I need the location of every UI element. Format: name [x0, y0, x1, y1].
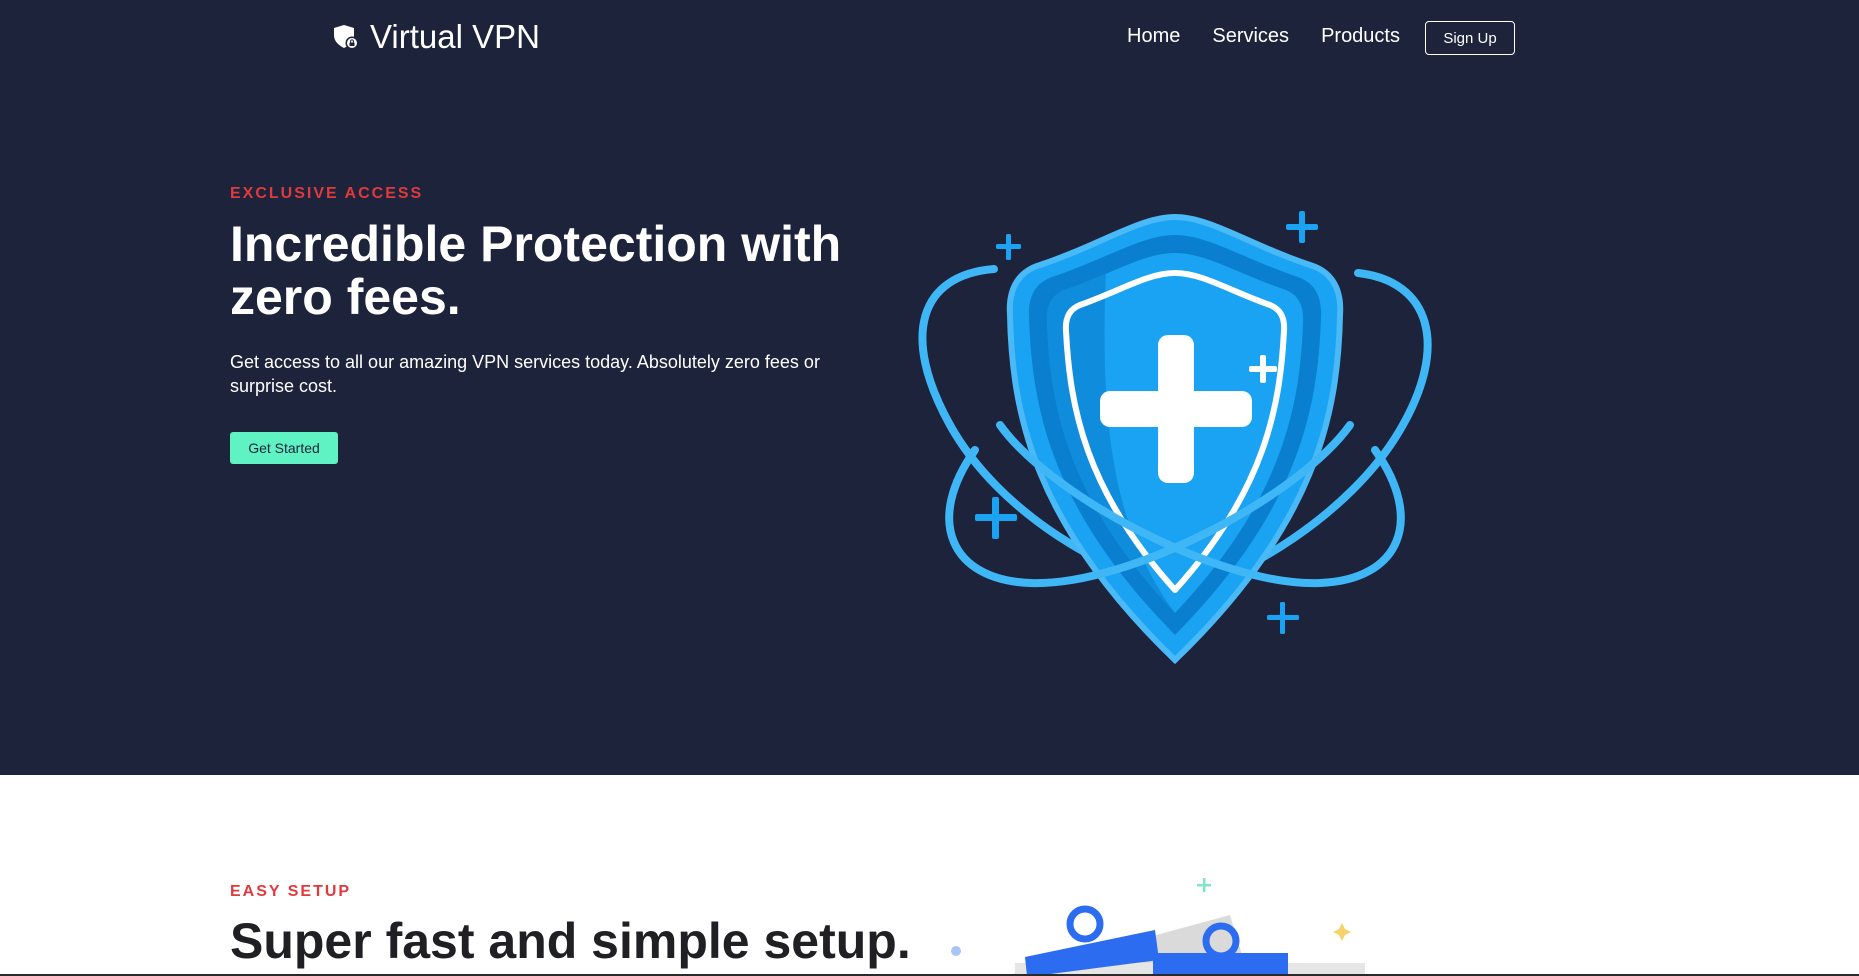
setup-cable-illustration — [951, 878, 1365, 976]
sign-up-button[interactable]: Sign Up — [1425, 21, 1515, 55]
setup-section: EASY SETUP Super fast and simple setup. — [0, 775, 1859, 976]
navbar: Virtual VPN Home Services Products Sign … — [0, 0, 1859, 76]
setup-content: EASY SETUP Super fast and simple setup. — [230, 882, 930, 970]
hero-section: Virtual VPN Home Services Products Sign … — [0, 0, 1859, 775]
nav-link-products[interactable]: Products — [1321, 25, 1400, 48]
brand-name: Virtual VPN — [370, 18, 540, 55]
get-started-button[interactable]: Get Started — [230, 432, 338, 464]
nav-links: Home Services Products — [1127, 20, 1432, 52]
shield-lock-icon — [334, 25, 359, 50]
hero-description: Get access to all our amazing VPN servic… — [230, 352, 820, 396]
hero-eyebrow: EXCLUSIVE ACCESS — [230, 185, 424, 202]
nav-link-services[interactable]: Services — [1212, 25, 1289, 48]
nav-link-home[interactable]: Home — [1127, 25, 1180, 48]
shield-plus-orbit-illustration — [918, 211, 1432, 665]
setup-eyebrow: EASY SETUP — [230, 883, 352, 900]
hero-content: EXCLUSIVE ACCESS Incredible Protection w… — [230, 184, 870, 464]
hero-title: Incredible Protection with zero fees. — [230, 216, 842, 325]
setup-title: Super fast and simple setup. — [230, 913, 911, 969]
brand-logo-link[interactable]: Virtual VPN — [332, 16, 540, 58]
